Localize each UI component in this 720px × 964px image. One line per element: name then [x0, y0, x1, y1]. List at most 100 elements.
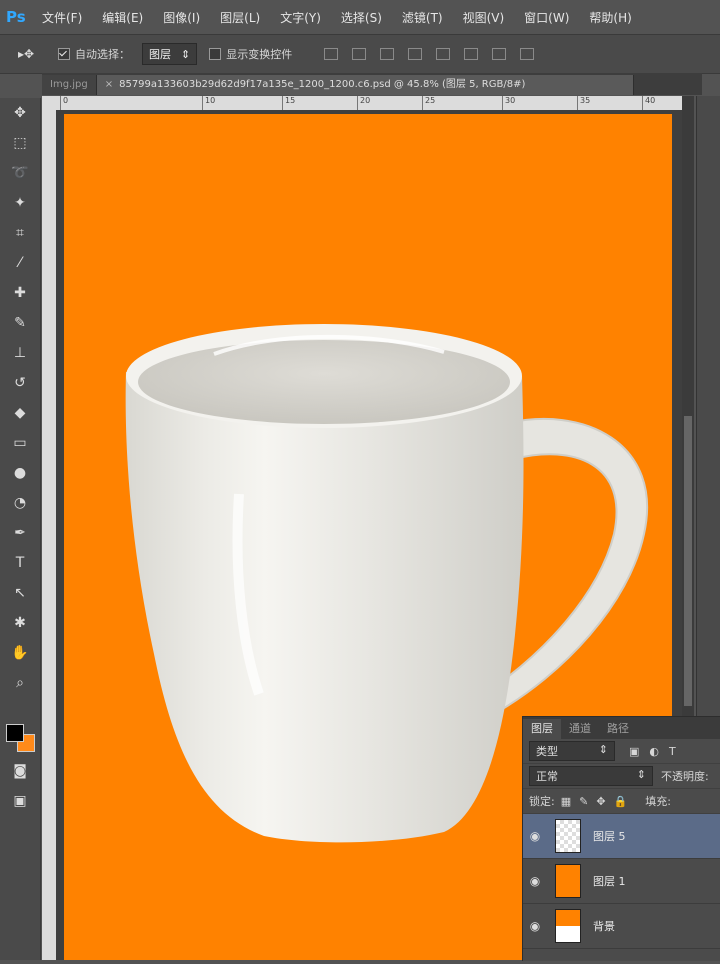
- auto-select-group: 自动选择：: [58, 46, 130, 62]
- menu-layer[interactable]: 图层(L): [220, 9, 260, 26]
- auto-select-dropdown[interactable]: 图层 ⇕: [142, 43, 198, 65]
- eye-icon[interactable]: ◉: [523, 919, 547, 933]
- lock-row: 锁定: ▦✎✥🔒 填充:: [523, 789, 720, 814]
- ruler-tick: 15: [282, 96, 295, 110]
- screen-mode-icon[interactable]: ▣: [0, 786, 40, 816]
- filter-icons[interactable]: ▣◐T: [629, 745, 686, 758]
- menu-type[interactable]: 文字(Y): [280, 9, 321, 26]
- magic-wand-icon[interactable]: ✦: [0, 188, 40, 218]
- layer-name: 图层 1: [593, 875, 626, 888]
- tools-panel: ✥ ⬚ ➰ ✦ ⌗ ⁄ ✚ ✎ ⊥ ↺ ◆ ▭ ● ◔ ✒ T ↖ ✱ ✋ ⌕ …: [0, 98, 41, 960]
- ruler-tick: 35: [577, 96, 590, 110]
- chevron-down-icon: ⇕: [598, 743, 608, 756]
- show-transform-label: 显示变换控件: [226, 48, 293, 61]
- auto-select-label: 自动选择：: [75, 48, 130, 61]
- menu-edit[interactable]: 编辑(E): [102, 9, 143, 26]
- layers-panel: 图层 通道 路径 类型 ⇕ ▣◐T 正常 ⇕ 不透明度: 锁定: ▦✎✥🔒 填充: …: [522, 716, 720, 961]
- move-tool-icon[interactable]: ✥: [0, 98, 40, 128]
- pen-tool-icon[interactable]: ✒: [0, 518, 40, 548]
- eyedropper-icon[interactable]: ⁄: [0, 248, 40, 278]
- align-vcenter-icon[interactable]: [352, 48, 367, 60]
- distribute-center-icon[interactable]: [520, 48, 535, 60]
- clone-stamp-icon[interactable]: ⊥: [0, 338, 40, 368]
- menu-bar: Ps 文件(F) 编辑(E) 图像(I) 图层(L) 文字(Y) 选择(S) 滤…: [0, 0, 720, 34]
- lock-icons[interactable]: ▦✎✥🔒: [561, 795, 636, 808]
- quick-mask-icon[interactable]: ◙: [0, 756, 40, 786]
- lock-label: 锁定:: [529, 795, 555, 808]
- panel-dock-strip: [696, 96, 720, 716]
- align-top-icon[interactable]: [324, 48, 339, 60]
- move-tool-icon[interactable]: ▸✥: [18, 47, 58, 61]
- menu-window[interactable]: 窗口(W): [524, 9, 569, 26]
- show-transform-checkbox[interactable]: [209, 48, 222, 60]
- layer-name: 图层 5: [593, 830, 626, 843]
- align-hcenter-icon[interactable]: [436, 48, 451, 60]
- chevron-down-icon: ⇕: [636, 768, 646, 781]
- crop-tool-icon[interactable]: ⌗: [0, 218, 40, 248]
- eraser-icon[interactable]: ◆: [0, 398, 40, 428]
- eye-icon[interactable]: ◉: [523, 829, 547, 843]
- align-right-icon[interactable]: [464, 48, 479, 60]
- document-tabs: Img.jpg × 85799a133603b29d62d9f17a135e_12…: [42, 73, 702, 95]
- menu-filter[interactable]: 滤镜(T): [402, 9, 443, 26]
- marquee-tool-icon[interactable]: ⬚: [0, 128, 40, 158]
- vertical-ruler: [42, 110, 56, 960]
- layer-row-1[interactable]: ◉ 图层 1: [523, 859, 720, 904]
- opacity-label: 不透明度:: [661, 770, 709, 783]
- healing-brush-icon[interactable]: ✚: [0, 278, 40, 308]
- zoom-tool-icon[interactable]: ⌕: [0, 668, 40, 698]
- menu-image[interactable]: 图像(I): [163, 9, 200, 26]
- tab-active-document[interactable]: × 85799a133603b29d62d9f17a135e_1200_1200.…: [96, 75, 634, 95]
- tab-img-jpg[interactable]: Img.jpg: [42, 75, 97, 95]
- tab-channels[interactable]: 通道: [561, 719, 599, 739]
- lasso-tool-icon[interactable]: ➰: [0, 158, 40, 188]
- filter-kind-label: 类型: [536, 745, 558, 758]
- ruler-tick: 25: [422, 96, 435, 110]
- blend-row: 正常 ⇕ 不透明度:: [523, 764, 720, 789]
- foreground-color-swatch[interactable]: [6, 724, 24, 742]
- ruler-tick: 40: [642, 96, 655, 110]
- chevron-down-icon: ⇕: [181, 47, 191, 61]
- eye-icon[interactable]: ◉: [523, 874, 547, 888]
- blend-mode-label: 正常: [536, 770, 558, 783]
- layer-thumbnail: [555, 819, 581, 853]
- gradient-icon[interactable]: ▭: [0, 428, 40, 458]
- dodge-tool-icon[interactable]: ◔: [0, 488, 40, 518]
- vertical-scrollbar[interactable]: [682, 96, 694, 716]
- blend-mode-select[interactable]: 正常 ⇕: [529, 766, 653, 786]
- auto-select-value: 图层: [149, 48, 171, 61]
- align-buttons: [324, 48, 535, 60]
- layer-filter-row: 类型 ⇕ ▣◐T: [523, 739, 720, 764]
- fill-label: 填充:: [645, 795, 671, 808]
- ruler-tick: 30: [502, 96, 515, 110]
- align-left-icon[interactable]: [408, 48, 423, 60]
- layer-row-background[interactable]: ◉ 背景: [523, 904, 720, 949]
- blur-tool-icon[interactable]: ●: [0, 458, 40, 488]
- history-brush-icon[interactable]: ↺: [0, 368, 40, 398]
- align-bottom-icon[interactable]: [380, 48, 395, 60]
- menu-view[interactable]: 视图(V): [463, 9, 505, 26]
- tab-layers[interactable]: 图层: [523, 719, 561, 739]
- layer-row-5[interactable]: ◉ 图层 5: [523, 814, 720, 859]
- horizontal-ruler: 0 10 15 20 25 30 35 40: [42, 96, 682, 110]
- filter-kind-select[interactable]: 类型 ⇕: [529, 741, 615, 761]
- path-select-icon[interactable]: ↖: [0, 578, 40, 608]
- close-icon[interactable]: ×: [105, 79, 113, 90]
- brush-tool-icon[interactable]: ✎: [0, 308, 40, 338]
- ruler-tick: 20: [357, 96, 370, 110]
- photoshop-logo: Ps: [6, 8, 26, 26]
- hand-tool-icon[interactable]: ✋: [0, 638, 40, 668]
- type-tool-icon[interactable]: T: [0, 548, 40, 578]
- distribute-top-icon[interactable]: [492, 48, 507, 60]
- layer-thumbnail: [555, 909, 581, 943]
- shape-tool-icon[interactable]: ✱: [0, 608, 40, 638]
- tab-paths[interactable]: 路径: [599, 719, 637, 739]
- menu-select[interactable]: 选择(S): [341, 9, 382, 26]
- active-tab-label: 85799a133603b29d62d9f17a135e_1200_1200.c…: [119, 79, 526, 90]
- menu-file[interactable]: 文件(F): [42, 9, 82, 26]
- layer-thumbnail: [555, 864, 581, 898]
- menu-help[interactable]: 帮助(H): [589, 9, 631, 26]
- scrollbar-thumb[interactable]: [684, 416, 692, 706]
- auto-select-checkbox[interactable]: [58, 48, 70, 60]
- layers-panel-tabs: 图层 通道 路径: [523, 717, 720, 739]
